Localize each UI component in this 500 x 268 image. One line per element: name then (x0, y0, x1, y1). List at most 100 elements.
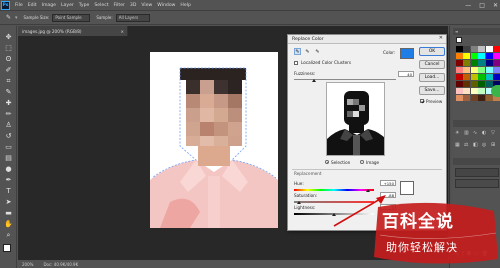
fuzziness-slider[interactable] (294, 79, 396, 80)
color-swatch[interactable] (493, 73, 500, 81)
color-swatch[interactable] (485, 73, 493, 81)
history-brush-tool-icon[interactable]: ↺ (3, 131, 14, 141)
localized-clusters-checkbox[interactable] (294, 61, 298, 65)
bw-icon[interactable]: ◧ (473, 142, 481, 153)
color-swatch[interactable] (478, 80, 486, 88)
panel-menu-icon[interactable]: ≡ (455, 29, 458, 34)
color-swatch[interactable] (478, 52, 486, 60)
channel-mixer-icon[interactable]: ⊞ (491, 142, 499, 153)
pen-tool-icon[interactable]: ✒ (3, 175, 14, 185)
color-swatch[interactable] (485, 66, 493, 74)
eyedropper-icon[interactable]: ✎ (6, 14, 11, 21)
sample-size-select[interactable]: Point Sample (52, 13, 91, 22)
close-icon[interactable]: ✕ (493, 2, 498, 9)
preview-checkbox[interactable] (420, 99, 424, 103)
color-swatch[interactable] (463, 46, 471, 53)
color-swatch[interactable] (463, 59, 471, 67)
eyedropper-icon[interactable]: ✎ (294, 48, 301, 55)
chevron-down-icon[interactable]: ▾ (15, 15, 18, 21)
move-tool-icon[interactable]: ✥ (3, 32, 14, 42)
color-swatch[interactable] (470, 52, 478, 60)
color-swatch[interactable] (493, 59, 500, 67)
eraser-tool-icon[interactable]: ▭ (3, 142, 14, 152)
color-swatch[interactable] (456, 80, 463, 88)
hand-tool-icon[interactable]: ✋ (3, 219, 14, 229)
color-swatch[interactable] (456, 73, 463, 81)
color-swatch[interactable] (463, 52, 471, 60)
menu-image[interactable]: Image (42, 3, 56, 8)
minimize-icon[interactable]: — (465, 2, 471, 9)
menu-layer[interactable]: Layer (61, 3, 74, 8)
gradient-tool-icon[interactable]: ▤ (3, 153, 14, 163)
eyedropper-minus-icon[interactable]: ✎ (314, 48, 321, 55)
zoom-tool-icon[interactable]: ⌕ (3, 230, 14, 240)
color-swatch[interactable] (456, 46, 463, 53)
color-balance-icon[interactable]: ⚖ (464, 142, 472, 153)
menu-3d[interactable]: 3D (130, 3, 136, 8)
menu-filter[interactable]: Filter (114, 3, 125, 8)
menu-edit[interactable]: Edit (28, 3, 37, 8)
image-canvas[interactable] (150, 52, 278, 228)
marquee-tool-icon[interactable]: ⬚ (3, 43, 14, 53)
color-swatch[interactable] (478, 87, 486, 95)
zoom-level[interactable]: 200% (22, 262, 33, 267)
menu-help[interactable]: Help (180, 3, 190, 8)
image-radio[interactable] (360, 160, 364, 164)
quick-select-tool-icon[interactable]: ✐ (3, 65, 14, 75)
foreground-color-swatch[interactable] (3, 244, 11, 252)
curves-icon[interactable]: ∿ (473, 130, 481, 141)
color-swatch[interactable] (470, 94, 478, 102)
result-color-swatch[interactable] (400, 181, 414, 195)
layer-row[interactable] (455, 179, 499, 188)
color-swatch[interactable] (485, 52, 493, 60)
sample-color-swatch[interactable] (400, 48, 414, 59)
color-swatch[interactable] (463, 94, 471, 102)
color-swatch[interactable] (478, 59, 486, 67)
menu-window[interactable]: Window (157, 3, 175, 8)
color-swatch[interactable] (478, 73, 486, 81)
save-button[interactable]: Save... (419, 86, 445, 95)
color-swatch[interactable] (463, 87, 471, 95)
dialog-title-bar[interactable]: Replace Color ✕ (288, 35, 446, 44)
vibrance-icon[interactable]: ▽ (491, 130, 499, 141)
crop-tool-icon[interactable]: ⌗ (3, 76, 14, 86)
color-swatch[interactable] (456, 94, 463, 102)
selection-radio[interactable] (325, 160, 329, 164)
color-swatch[interactable] (470, 87, 478, 95)
exposure-icon[interactable]: ◐ (482, 130, 490, 141)
hue-input[interactable]: +150 (380, 180, 396, 186)
color-swatch[interactable] (463, 73, 471, 81)
color-swatch[interactable] (485, 46, 493, 53)
expand-panel-button[interactable] (491, 85, 500, 97)
type-tool-icon[interactable]: T (3, 186, 14, 196)
ok-button[interactable]: OK (419, 47, 445, 56)
color-swatch[interactable] (470, 59, 478, 67)
eyedropper-plus-icon[interactable]: ✎ (304, 48, 311, 55)
color-swatch[interactable] (456, 66, 463, 74)
saturation-slider-thumb[interactable] (296, 201, 301, 204)
eyedropper-tool-icon[interactable]: ✎ (3, 87, 14, 97)
color-swatch[interactable] (478, 94, 486, 102)
color-swatch[interactable] (493, 52, 500, 60)
close-tab-icon[interactable]: × (120, 29, 124, 34)
menu-type[interactable]: Type (79, 3, 90, 8)
color-swatch[interactable] (470, 73, 478, 81)
panel-foreground-swatch[interactable] (456, 37, 462, 43)
path-select-tool-icon[interactable]: ➤ (3, 197, 14, 207)
load-button[interactable]: Load... (419, 73, 445, 82)
color-swatch[interactable] (493, 66, 500, 74)
color-swatch[interactable] (456, 59, 463, 67)
dodge-tool-icon[interactable]: ● (3, 164, 14, 174)
color-swatch[interactable] (485, 59, 493, 67)
fuzziness-slider-thumb[interactable] (312, 79, 317, 82)
color-swatch[interactable] (470, 80, 478, 88)
levels-icon[interactable]: ▥ (464, 130, 472, 141)
color-swatch[interactable] (478, 46, 486, 53)
color-swatch[interactable] (463, 66, 471, 74)
lasso-tool-icon[interactable]: ʘ (3, 54, 14, 64)
color-swatch[interactable] (470, 66, 478, 74)
brightness-icon[interactable]: ☀ (455, 130, 463, 141)
healing-brush-tool-icon[interactable]: ✚ (3, 98, 14, 108)
dialog-close-icon[interactable]: ✕ (439, 35, 443, 41)
clone-stamp-tool-icon[interactable]: ♙ (3, 120, 14, 130)
